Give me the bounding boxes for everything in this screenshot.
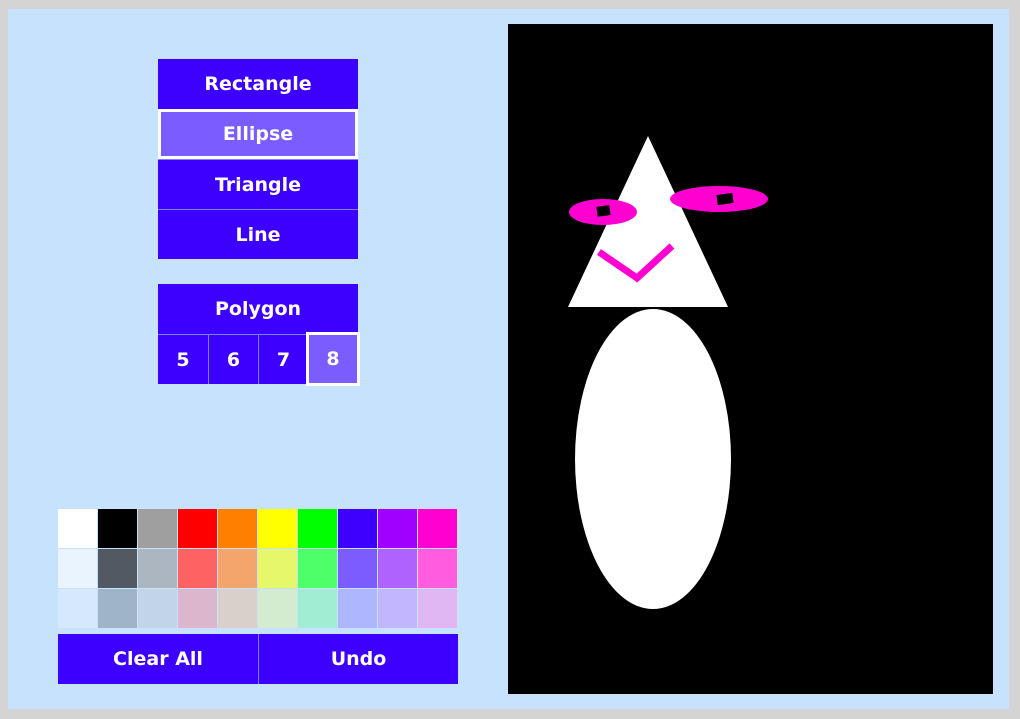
color-swatch[interactable] — [338, 589, 377, 628]
polygon-sides-label: 5 — [176, 348, 190, 371]
undo-label: Undo — [330, 648, 387, 670]
color-swatch[interactable] — [378, 589, 417, 628]
color-swatch[interactable] — [58, 509, 97, 548]
color-palette — [58, 509, 458, 629]
color-swatch[interactable] — [218, 549, 257, 588]
color-swatch[interactable] — [138, 549, 177, 588]
color-swatch[interactable] — [178, 509, 217, 548]
polygon-tool-button[interactable]: Polygon — [158, 284, 358, 334]
color-swatch[interactable] — [98, 509, 137, 548]
color-swatch[interactable] — [138, 589, 177, 628]
rectangle-tool-button[interactable]: Rectangle — [158, 59, 358, 109]
color-swatch[interactable] — [258, 549, 297, 588]
color-swatch[interactable] — [338, 509, 377, 548]
paint-app: Rectangle Ellipse Triangle Line Polygon … — [8, 9, 1009, 709]
triangle-tool-label: Triangle — [214, 173, 302, 196]
color-swatch[interactable] — [258, 509, 297, 548]
color-swatch[interactable] — [138, 509, 177, 548]
polygon-sides-7-button[interactable]: 7 — [258, 334, 308, 384]
polygon-sides-8-button[interactable]: 8 — [306, 332, 360, 386]
polygon-sides-label: 7 — [276, 348, 291, 371]
color-swatch[interactable] — [218, 509, 257, 548]
canvas-drawing — [568, 136, 768, 609]
left-pupil-shape — [596, 205, 611, 217]
polygon-sides-label: 6 — [226, 348, 241, 371]
color-swatch[interactable] — [378, 549, 417, 588]
color-swatch[interactable] — [178, 549, 217, 588]
ellipse-tool-label: Ellipse — [222, 123, 294, 145]
line-tool-button[interactable]: Line — [158, 209, 358, 259]
color-swatch[interactable] — [58, 589, 97, 628]
color-swatch[interactable] — [218, 589, 257, 628]
color-swatch[interactable] — [298, 509, 337, 548]
polygon-tool-label: Polygon — [214, 298, 302, 320]
color-swatch[interactable] — [298, 549, 337, 588]
undo-button[interactable]: Undo — [258, 634, 458, 684]
color-swatch[interactable] — [378, 509, 417, 548]
color-swatch[interactable] — [258, 589, 297, 628]
clear-all-label: Clear All — [113, 648, 203, 670]
rectangle-tool-label: Rectangle — [204, 73, 312, 95]
color-swatch[interactable] — [178, 589, 217, 628]
body-ellipse-shape — [575, 309, 731, 609]
ellipse-tool-button[interactable]: Ellipse — [158, 109, 358, 159]
color-swatch[interactable] — [418, 509, 457, 548]
triangle-tool-button[interactable]: Triangle — [158, 159, 358, 209]
color-swatch[interactable] — [418, 589, 457, 628]
polygon-sides-6-button[interactable]: 6 — [208, 334, 258, 384]
color-swatch[interactable] — [298, 589, 337, 628]
polygon-sides-label: 8 — [326, 348, 340, 370]
color-swatch[interactable] — [418, 549, 457, 588]
line-tool-label: Line — [235, 223, 281, 246]
clear-all-button[interactable]: Clear All — [58, 634, 258, 684]
color-swatch[interactable] — [338, 549, 377, 588]
color-swatch[interactable] — [98, 589, 137, 628]
polygon-sides-5-button[interactable]: 5 — [158, 334, 208, 384]
drawing-canvas[interactable] — [508, 24, 993, 694]
color-swatch[interactable] — [98, 549, 137, 588]
color-swatch[interactable] — [58, 549, 97, 588]
